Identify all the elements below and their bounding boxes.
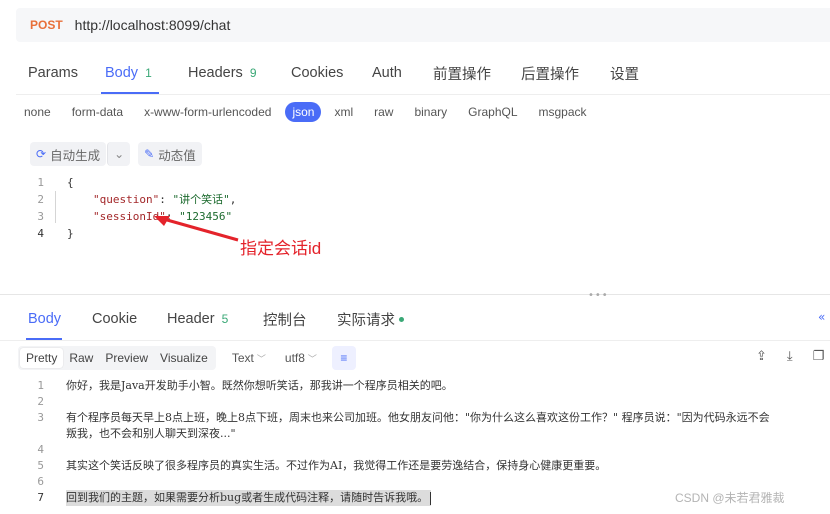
copy-icon[interactable]: ❐: [813, 349, 825, 364]
count-badge: 9: [249, 66, 257, 80]
response-line: 4: [37, 443, 44, 456]
chevron-down-icon: ⌄: [114, 147, 125, 161]
response-line: 6: [37, 475, 44, 488]
response-line: 2: [37, 395, 44, 408]
body-type-xml[interactable]: xml: [334, 105, 353, 119]
divider: [0, 340, 830, 341]
body-type-form-data[interactable]: form-data: [72, 105, 123, 119]
response-line: 叛我，也不会和别人聊天到深夜...": [66, 427, 236, 440]
response-format-bar: Pretty Raw Preview Visualize Text ﹀ utf8 ﹀…: [18, 346, 356, 370]
tab-actual-request[interactable]: 实际请求: [337, 309, 417, 330]
tab-post-operations[interactable]: 后置操作: [521, 63, 610, 84]
code-line: 3 "sessionId": "123456": [16, 208, 830, 225]
collapse-icon[interactable]: «: [818, 310, 825, 324]
url-bar[interactable]: POST http://localhost:8099/chat: [16, 8, 830, 42]
line-number: 3: [37, 210, 44, 223]
line-number: 4: [37, 227, 44, 240]
encoding-select[interactable]: utf8 ﹀: [285, 351, 317, 365]
body-type-graphql[interactable]: GraphQL: [468, 105, 517, 119]
body-toolbar: ⟳ 自动生成 ⌄ ✎ 动态值: [30, 142, 202, 166]
mode-visualize[interactable]: Visualize: [154, 348, 214, 368]
refresh-icon: ⟳: [36, 147, 47, 161]
code-line: 2 "question": "讲个笑话",: [16, 191, 830, 208]
http-method[interactable]: POST: [30, 18, 63, 32]
tab-auth[interactable]: Auth: [372, 65, 433, 81]
tab-response-header[interactable]: Header 5: [167, 311, 263, 327]
annotation-label: 指定会话id: [240, 239, 322, 258]
json-value: "讲个笑话": [172, 193, 230, 206]
response-line: 5 其实这个笑话反映了很多程序员的真实生活。不过作为AI，我觉得工作还是要劳逸结…: [37, 459, 607, 472]
download-icon[interactable]: ⤓: [787, 349, 793, 364]
body-type-binary[interactable]: binary: [414, 105, 447, 119]
tab-headers[interactable]: Headers 9: [188, 65, 291, 81]
json-editor[interactable]: 1 { 2 "question": "讲个笑话", 3 "sessionId":…: [16, 174, 830, 242]
watermark: CSDN @未若君雅裁: [675, 491, 785, 505]
body-type-selector: none form-data x-www-form-urlencoded jso…: [24, 100, 587, 124]
wand-icon: ✎: [144, 147, 155, 161]
body-type-json[interactable]: json: [285, 102, 322, 122]
tab-console[interactable]: 控制台: [263, 309, 337, 330]
json-key: "question": [93, 193, 160, 206]
tab-settings[interactable]: 设置: [610, 63, 650, 84]
code-line: 4 }: [16, 225, 830, 242]
body-type-none[interactable]: none: [24, 105, 51, 119]
auto-generate-dropdown[interactable]: ⌄: [107, 142, 131, 166]
tab-response-body[interactable]: Body: [28, 311, 92, 327]
line-number: 2: [37, 193, 44, 206]
response-line: 3 有个程序员每天早上8点上班，晚上8点下班，周末也来公司加班。他女朋友问他："…: [37, 411, 770, 424]
chevron-down-icon: ﹀: [256, 353, 266, 364]
body-type-msgpack[interactable]: msgpack: [539, 105, 587, 119]
line-number: 1: [37, 176, 44, 189]
divider: [16, 94, 830, 95]
annotation-arrow: [154, 216, 239, 242]
content-type-select[interactable]: Text ﹀: [232, 351, 266, 365]
dynamic-value-button[interactable]: ✎ 动态值: [138, 142, 202, 166]
code-line: 1 {: [16, 174, 830, 191]
mode-preview[interactable]: Preview: [99, 348, 154, 368]
response-body[interactable]: 1 你好，我是Java开发助手小智。既然你想听笑话，那我讲一个程序员相关的吧。 …: [16, 378, 830, 506]
tab-cookies[interactable]: Cookies: [291, 65, 372, 81]
count-badge: 1: [145, 66, 152, 80]
indent-guide: [55, 191, 56, 223]
response-actions: ⇪ ⤓ ❐: [756, 349, 824, 364]
view-mode-group: Pretty Raw Preview Visualize: [18, 346, 216, 370]
body-type-urlencoded[interactable]: x-www-form-urlencoded: [144, 105, 271, 119]
export-icon[interactable]: ⇪: [756, 349, 767, 364]
wrap-icon: ≡: [340, 351, 348, 365]
tab-body[interactable]: Body 1: [105, 65, 188, 81]
response-tabs: Body Cookie Header 5 控制台 实际请求: [28, 306, 417, 332]
tab-pre-operations[interactable]: 前置操作: [433, 63, 521, 84]
response-line: 1 你好，我是Java开发助手小智。既然你想听笑话，那我讲一个程序员相关的吧。: [37, 379, 453, 392]
tab-params[interactable]: Params: [28, 65, 105, 81]
status-dot: [399, 316, 404, 322]
tab-response-cookie[interactable]: Cookie: [92, 311, 167, 327]
request-tabs: Params Body 1 Headers 9 Cookies Auth 前置操作 …: [28, 60, 650, 86]
chevron-down-icon: ﹀: [307, 353, 317, 364]
panel-divider[interactable]: [0, 294, 830, 295]
word-wrap-button[interactable]: ≡: [331, 346, 356, 370]
mode-raw[interactable]: Raw: [63, 348, 99, 368]
drag-handle-icon[interactable]: •••: [588, 290, 609, 301]
mode-pretty[interactable]: Pretty: [20, 348, 64, 368]
count-badge: 5: [221, 312, 229, 326]
text-cursor: [430, 491, 432, 505]
body-type-raw[interactable]: raw: [374, 105, 393, 119]
url-input[interactable]: http://localhost:8099/chat: [75, 17, 231, 33]
auto-generate-button[interactable]: ⟳ 自动生成: [30, 142, 107, 166]
